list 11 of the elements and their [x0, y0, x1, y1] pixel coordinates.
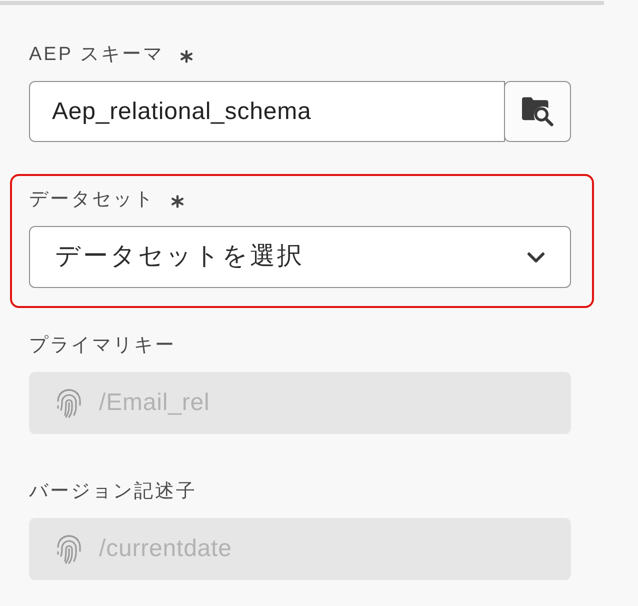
- field-label: バージョン記述子: [29, 480, 197, 504]
- field-label: プライマリキー: [29, 334, 176, 358]
- text-field[interactable]: Aep_relational_schema: [29, 81, 505, 142]
- field-label: AEP スキーマ: [29, 43, 164, 67]
- folder-search-icon: [522, 96, 554, 127]
- field-label: データセット: [29, 188, 155, 212]
- chevron-down-icon: [527, 252, 545, 262]
- dropdown[interactable]: データセットを選択: [29, 226, 571, 288]
- fingerprint-icon: [56, 388, 82, 418]
- fingerprint-icon: [56, 534, 82, 564]
- browse-button[interactable]: [504, 81, 571, 142]
